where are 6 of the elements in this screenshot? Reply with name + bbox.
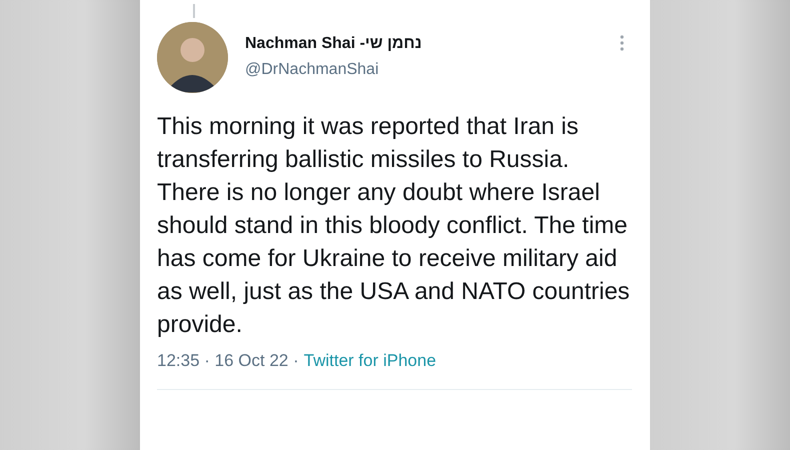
tweet-timestamp: 12:35 · 16 Oct 22 ·: [157, 351, 299, 371]
author-name[interactable]: Nachman Shai -נחמן שי: [245, 35, 620, 53]
tweet-text: This morning it was reported that Iran is transferring ballistic missiles to Russia. There is no longer any doubt where Israel should stand in this bloody conflict. The time has come for Ukraine to receive military aid as well, just as the USA and NATO countries provide.: [157, 112, 631, 340]
author-handle[interactable]: @DrNachmanShai: [245, 61, 620, 79]
avatar-photo-placeholder[interactable]: [157, 22, 228, 93]
source-link[interactable]: Twitter for iPhone: [304, 351, 436, 371]
